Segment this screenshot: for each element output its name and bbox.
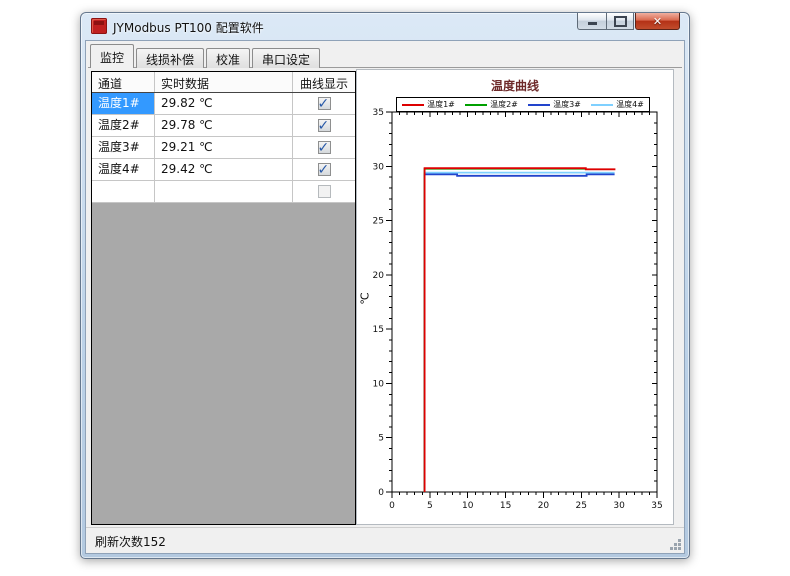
legend-item: 温度3# — [528, 101, 581, 109]
value-cell[interactable] — [155, 181, 293, 202]
curve-display-cell: ✓ — [293, 115, 355, 136]
svg-text:25: 25 — [373, 217, 384, 227]
curve-display-cell — [293, 181, 355, 202]
minimize-button[interactable] — [577, 13, 606, 30]
title-bar[interactable]: JYModbus PT100 配置软件 ✕ — [81, 13, 689, 40]
curve-checkbox[interactable]: ✓ — [318, 141, 331, 154]
maximize-icon — [614, 16, 627, 27]
check-icon: ✓ — [318, 138, 330, 158]
table-row[interactable] — [92, 181, 355, 203]
svg-text:20: 20 — [538, 501, 550, 511]
chart-panel: 温度曲线 温度1# 温度2# 温度3# 温度4# ℃ 0 5 10 15 20 25 30 35 0 5… — [356, 69, 674, 525]
svg-text:10: 10 — [373, 379, 385, 389]
svg-text:30: 30 — [613, 501, 625, 511]
curve-checkbox[interactable]: ✓ — [318, 97, 331, 110]
desktop: JYModbus PT100 配置软件 ✕ 监控线损补偿校准串口设定 通道实时数… — [0, 0, 790, 576]
check-icon: ✓ — [318, 116, 330, 136]
check-icon: ✓ — [318, 94, 330, 114]
value-cell[interactable]: 29.21 ℃ — [155, 137, 293, 158]
svg-text:30: 30 — [373, 162, 385, 172]
legend-label: 温度2# — [490, 101, 518, 109]
svg-text:5: 5 — [427, 501, 433, 511]
channel-cell[interactable]: 温度3# — [92, 137, 155, 158]
refresh-count-label: 刷新次数152 — [95, 533, 166, 550]
tab-1[interactable]: 监控 — [90, 44, 134, 68]
column-header[interactable]: 曲线显示 — [293, 72, 355, 92]
tab-strip: 监控线损补偿校准串口设定 — [90, 44, 322, 68]
curve-checkbox[interactable]: ✓ — [318, 163, 331, 176]
legend-line-swatch — [402, 104, 424, 106]
client-area: 监控线损补偿校准串口设定 通道实时数据曲线显示 温度1#29.82 ℃✓温度2#… — [85, 40, 685, 554]
curve-display-cell: ✓ — [293, 93, 355, 114]
legend-item: 温度4# — [591, 101, 644, 109]
legend-line-swatch — [465, 104, 487, 106]
legend-label: 温度4# — [616, 101, 644, 109]
legend-line-swatch — [528, 104, 550, 106]
channel-cell[interactable] — [92, 181, 155, 202]
table-row[interactable]: 温度2#29.78 ℃ ✓ — [92, 115, 355, 137]
svg-text:35: 35 — [373, 108, 384, 118]
legend-label: 温度1# — [427, 101, 455, 109]
y-axis-label: ℃ — [359, 292, 372, 304]
channel-cell[interactable]: 温度1# — [92, 93, 155, 114]
window-title: JYModbus PT100 配置软件 — [113, 19, 264, 36]
value-cell[interactable]: 29.78 ℃ — [155, 115, 293, 136]
curve-display-cell: ✓ — [293, 159, 355, 180]
legend-line-swatch — [591, 104, 613, 106]
svg-text:25: 25 — [576, 501, 587, 511]
svg-text:5: 5 — [378, 434, 384, 444]
svg-text:15: 15 — [373, 325, 384, 335]
chart-title: 温度曲线 — [357, 77, 673, 94]
channel-cell[interactable]: 温度4# — [92, 159, 155, 180]
resize-grip[interactable] — [669, 538, 682, 551]
app-icon — [91, 18, 107, 34]
svg-text:0: 0 — [378, 488, 384, 498]
legend-label: 温度3# — [553, 101, 581, 109]
chart-plot: 0 5 10 15 20 25 30 35 0 5 10 15 20 25 30 35 — [357, 70, 673, 524]
svg-text:20: 20 — [373, 271, 385, 281]
curve-checkbox[interactable] — [318, 185, 331, 198]
table-header-row: 通道实时数据曲线显示 — [92, 72, 355, 93]
table-row[interactable]: 温度3#29.21 ℃ ✓ — [92, 137, 355, 159]
column-header[interactable]: 实时数据 — [155, 72, 293, 92]
value-cell[interactable]: 29.82 ℃ — [155, 93, 293, 114]
maximize-button[interactable] — [606, 13, 634, 30]
tab-4[interactable]: 串口设定 — [252, 48, 320, 68]
app-window: JYModbus PT100 配置软件 ✕ 监控线损补偿校准串口设定 通道实时数… — [80, 12, 690, 559]
table-row[interactable]: 温度1#29.82 ℃ ✓ — [92, 93, 355, 115]
curve-display-cell: ✓ — [293, 137, 355, 158]
table-body: 温度1#29.82 ℃✓温度2#29.78 ℃✓温度3#29.21 ℃✓温度4#… — [92, 93, 355, 203]
status-bar: 刷新次数152 — [86, 527, 684, 553]
window-controls: ✕ — [577, 13, 680, 30]
chart-legend: 温度1# 温度2# 温度3# 温度4# — [396, 97, 650, 112]
curve-checkbox[interactable]: ✓ — [318, 119, 331, 132]
minimize-icon — [588, 22, 597, 25]
check-icon: ✓ — [318, 160, 330, 180]
tab-2[interactable]: 线损补偿 — [136, 48, 204, 68]
svg-text:10: 10 — [462, 501, 474, 511]
tab-3[interactable]: 校准 — [206, 48, 250, 68]
legend-item: 温度2# — [465, 101, 518, 109]
close-icon: ✕ — [653, 15, 662, 28]
close-button[interactable]: ✕ — [635, 13, 680, 30]
svg-text:35: 35 — [651, 501, 662, 511]
channel-table: 通道实时数据曲线显示 温度1#29.82 ℃✓温度2#29.78 ℃✓温度3#2… — [91, 71, 356, 525]
column-header[interactable]: 通道 — [92, 72, 155, 92]
channel-cell[interactable]: 温度2# — [92, 115, 155, 136]
svg-text:15: 15 — [500, 501, 511, 511]
svg-text:0: 0 — [389, 501, 395, 511]
table-row[interactable]: 温度4#29.42 ℃ ✓ — [92, 159, 355, 181]
value-cell[interactable]: 29.42 ℃ — [155, 159, 293, 180]
legend-item: 温度1# — [402, 101, 455, 109]
